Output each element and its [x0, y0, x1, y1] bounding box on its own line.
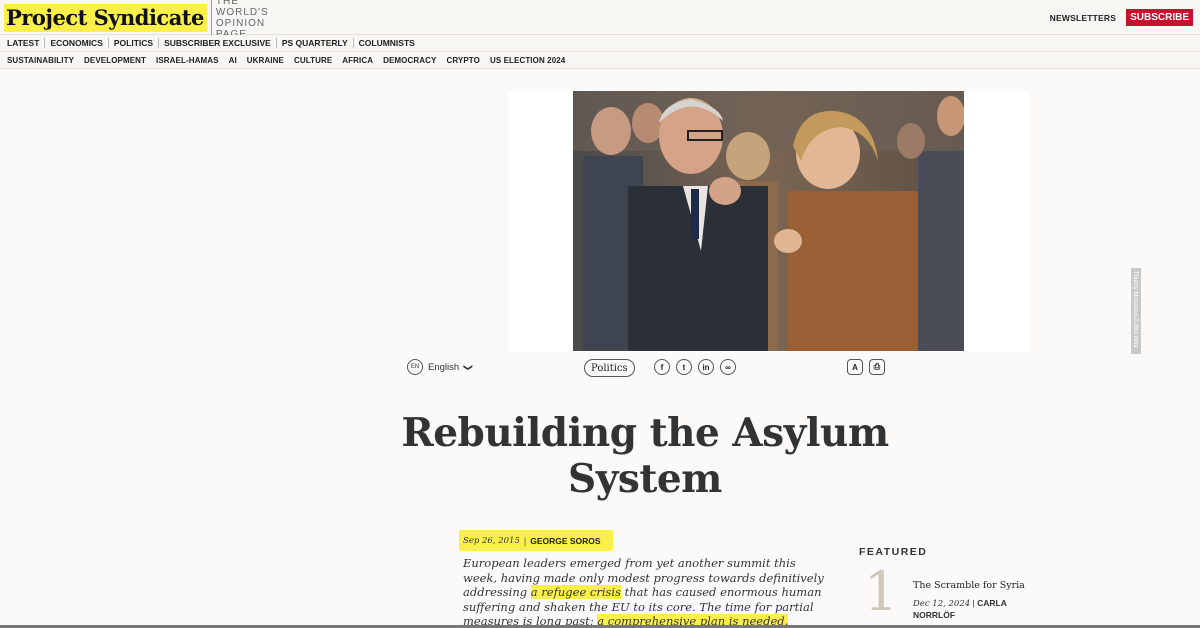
- nav-ps-quarterly[interactable]: PS QUARTERLY: [277, 38, 354, 48]
- topic-ai[interactable]: AI: [229, 56, 237, 65]
- linkedin-icon[interactable]: in: [698, 359, 714, 375]
- publish-date: Sep 26, 2015: [463, 535, 520, 546]
- language-label: English: [428, 361, 460, 373]
- facebook-icon[interactable]: f: [654, 359, 670, 375]
- category-tag[interactable]: Politics: [584, 359, 635, 377]
- nav-economics[interactable]: ECONOMICS: [45, 38, 109, 48]
- language-icon: EN: [407, 359, 423, 375]
- hero-photo: [573, 91, 964, 351]
- nav-subscriber-exclusive[interactable]: SUBSCRIBER EXCLUSIVE: [159, 38, 277, 48]
- top-bar: Project Syndicate THE WORLD'S OPINION PA…: [0, 0, 1200, 40]
- bookmark-icon[interactable]: ⎙: [869, 359, 885, 375]
- photo-credit: Thierry Monasse/ZUMA Wire: [1131, 268, 1141, 354]
- topic-africa[interactable]: AFRICA: [342, 56, 373, 65]
- tagline: THE WORLD'S OPINION PAGE: [210, 0, 291, 40]
- article-tools: A ⎙: [847, 359, 885, 375]
- subscribe-button[interactable]: SUBSCRIBE: [1126, 9, 1193, 26]
- logo[interactable]: Project Syndicate: [4, 4, 207, 32]
- featured-article-meta: Dec 12, 2024 | CARLA NORRLÖF: [913, 598, 1007, 620]
- share-buttons: f t in ∞: [654, 359, 736, 375]
- twitter-icon[interactable]: t: [676, 359, 692, 375]
- topic-sustainability[interactable]: SUSTAINABILITY: [7, 56, 74, 65]
- author-link[interactable]: GEORGE SOROS: [530, 536, 600, 546]
- nav-politics[interactable]: POLITICS: [109, 38, 160, 48]
- topic-development[interactable]: DEVELOPMENT: [84, 56, 146, 65]
- primary-nav: LATEST ECONOMICS POLITICS SUBSCRIBER EXC…: [0, 35, 1200, 52]
- chevron-down-icon: ❯: [463, 363, 474, 371]
- topic-israel-hamas[interactable]: ISRAEL-HAMAS: [156, 56, 219, 65]
- nav-columnists[interactable]: COLUMNISTS: [354, 38, 420, 48]
- highlight-refugee-crisis: a refugee crisis: [530, 585, 621, 599]
- article-lead: European leaders emerged from yet anothe…: [463, 556, 824, 628]
- hero-photo-illustration: [573, 91, 964, 351]
- logo-link[interactable]: Project Syndicate THE WORLD'S OPINION PA…: [4, 0, 291, 40]
- topic-ukraine[interactable]: UKRAINE: [247, 56, 284, 65]
- language-selector[interactable]: EN English ❯: [407, 359, 474, 375]
- topic-crypto[interactable]: CRYPTO: [446, 56, 480, 65]
- nav-latest[interactable]: LATEST: [7, 38, 46, 48]
- font-size-icon[interactable]: A: [847, 359, 863, 375]
- newsletters-link[interactable]: NEWSLETTERS: [1050, 13, 1116, 23]
- featured-article-title[interactable]: The Scramble for Syria: [913, 580, 1025, 591]
- article-title: Rebuilding the Asylum System: [401, 410, 889, 502]
- featured-heading: FEATURED: [859, 546, 928, 558]
- byline: Sep 26, 2015 | GEORGE SOROS: [459, 530, 613, 551]
- topic-culture[interactable]: CULTURE: [294, 56, 332, 65]
- header-actions: NEWSLETTERS SUBSCRIBE: [1050, 9, 1193, 26]
- link-icon[interactable]: ∞: [720, 359, 736, 375]
- topic-us-election-2024[interactable]: US ELECTION 2024: [490, 56, 565, 65]
- featured-rank: 1: [864, 560, 899, 623]
- topic-democracy[interactable]: DEMOCRACY: [383, 56, 436, 65]
- topic-nav: SUSTAINABILITY DEVELOPMENT ISRAEL-HAMAS …: [0, 53, 1200, 69]
- byline-separator: |: [523, 535, 527, 546]
